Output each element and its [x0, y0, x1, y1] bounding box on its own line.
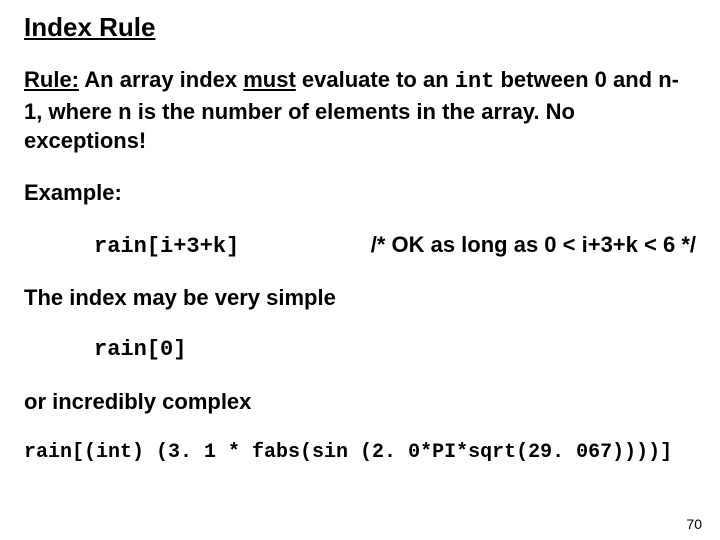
- slide-title: Index Rule: [24, 12, 696, 43]
- slide: Index Rule Rule: An array index must eva…: [0, 0, 720, 540]
- rule-must: must: [243, 67, 296, 92]
- rule-text-pre: An array index: [79, 67, 243, 92]
- rule-label: Rule:: [24, 67, 79, 92]
- rule-text-mid: evaluate to an: [296, 67, 455, 92]
- simple-text: The index may be very simple: [24, 283, 696, 313]
- example-2-code: rain[0]: [24, 335, 696, 365]
- example-1-comment: /* OK as long as 0 < i+3+k < 6 */: [371, 230, 696, 260]
- example-3-code: rain[(int) (3. 1 * fabs(sin (2. 0*PI*sqr…: [24, 439, 696, 466]
- example-label: Example:: [24, 178, 696, 208]
- complex-text: or incredibly complex: [24, 387, 696, 417]
- slide-body: Rule: An array index must evaluate to an…: [24, 65, 696, 466]
- rule-paragraph: Rule: An array index must evaluate to an…: [24, 65, 696, 156]
- example-1-code: rain[i+3+k]: [94, 232, 239, 262]
- page-number: 70: [686, 516, 702, 532]
- example-row-1: rain[i+3+k] /* OK as long as 0 < i+3+k <…: [24, 230, 696, 262]
- rule-int-keyword: int: [455, 69, 495, 94]
